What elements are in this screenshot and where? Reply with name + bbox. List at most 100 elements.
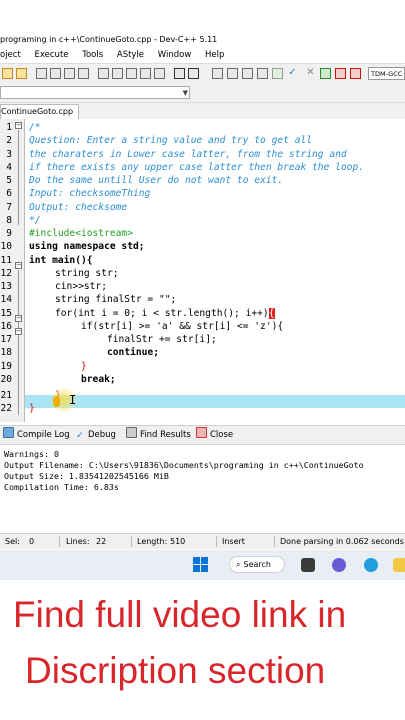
search-files-icon[interactable]: [154, 68, 165, 79]
taskbar-search[interactable]: ⌕ Search: [229, 556, 285, 573]
status-length-label: Length:: [137, 537, 168, 546]
close-panel-icon: [196, 427, 207, 438]
goto-line-icon[interactable]: [140, 68, 151, 79]
code-line: 7 Output: checksome: [6, 201, 128, 213]
log-line: Output Size: 1.83541202545166 MiB: [4, 471, 169, 481]
window-title: programing in c++\ContinueGoto.cpp - Dev…: [0, 35, 218, 44]
menu-project[interactable]: oject: [0, 48, 21, 63]
caption-line-1: Find full video link in: [13, 594, 347, 635]
uncomment-icon[interactable]: [78, 68, 89, 79]
editor-tab-bar: ContinueGoto.cpp: [0, 103, 405, 120]
menu-help[interactable]: Help: [205, 48, 224, 63]
search-icon: ⌕: [236, 560, 241, 569]
delete-profile-icon[interactable]: [350, 68, 361, 79]
status-separator: [274, 536, 275, 547]
chat-icon[interactable]: [332, 558, 346, 572]
status-bar: Sel: 0 Lines: 22 Length: 510 Insert Done…: [0, 533, 405, 549]
menu-astyle[interactable]: AStyle: [117, 48, 144, 63]
compile-log-icon: [3, 427, 14, 438]
menu-execute[interactable]: Execute: [35, 48, 69, 63]
replace-icon[interactable]: [112, 68, 123, 79]
task-view-icon[interactable]: [301, 558, 315, 572]
menu-bar: oject Execute Tools AStyle Window Help: [0, 48, 405, 63]
video-caption: Find full video link in Discription sect…: [0, 580, 405, 720]
os-taskbar: ⌕ Search: [0, 550, 405, 580]
caption-line-2: Discription section: [25, 650, 326, 691]
code-line: 10 using namespace std;: [0, 241, 145, 253]
ibeam-cursor-icon: I: [69, 393, 77, 407]
status-separator: [131, 536, 132, 547]
tab-continuegoto[interactable]: ContinueGoto.cpp: [0, 104, 80, 120]
debug-icon[interactable]: [320, 68, 331, 79]
status-separator: [216, 536, 217, 547]
code-line: 15 for(int i = 0; i < str.length(); i++){: [0, 307, 275, 319]
code-line: 6 Input: checksomeThing: [6, 188, 151, 200]
find-results-icon: [126, 427, 137, 438]
code-line: 17 finalStr += str[i];: [0, 334, 217, 345]
code-line: 1/*: [6, 122, 41, 133]
menu-tools[interactable]: Tools: [82, 48, 103, 63]
compiler-select[interactable]: TDM-GCC: [368, 67, 405, 80]
windows-start-icon[interactable]: [193, 557, 209, 573]
status-insert-mode: Insert: [222, 537, 245, 546]
rebuild-icon[interactable]: [257, 68, 268, 79]
windows-logo-tile: [201, 557, 208, 564]
find-next-icon[interactable]: [126, 68, 137, 79]
redo-icon[interactable]: [16, 68, 27, 79]
class-toolbar: ▼: [0, 84, 405, 103]
code-line: 9 #include<iostream>: [6, 228, 133, 239]
status-lines-value: 22: [96, 537, 107, 546]
tab-debug[interactable]: ✓ Debug: [76, 426, 116, 444]
matching-brace-highlight: {: [268, 307, 275, 319]
edge-browser-icon[interactable]: [364, 558, 378, 572]
bookmark-icon[interactable]: [174, 68, 185, 79]
compile-icon[interactable]: [212, 68, 223, 79]
code-line: 3 the charaters in Lower case latter, fro…: [6, 148, 347, 160]
undo-icon[interactable]: [2, 68, 13, 79]
status-separator: [59, 536, 60, 547]
windows-logo-tile: [193, 565, 200, 572]
code-editor[interactable]: − − − − 1/* 2 Question: Enter a string va…: [0, 119, 405, 422]
tab-close[interactable]: Close: [196, 426, 233, 444]
text-caret: [53, 396, 60, 407]
log-line: Warnings: 0: [4, 449, 59, 459]
chevron-down-icon[interactable]: ▼: [183, 87, 188, 99]
goto-bookmark-icon[interactable]: [188, 68, 199, 79]
window-title-bar: programing in c++\ContinueGoto.cpp - Dev…: [0, 32, 405, 48]
code-line: 5 Do the same untill User do not want to …: [6, 175, 284, 186]
windows-logo-tile: [193, 557, 200, 564]
indent-icon[interactable]: [36, 68, 47, 79]
code-line: 11 int main(){: [0, 254, 93, 266]
menu-window[interactable]: Window: [158, 48, 192, 63]
windows-logo-tile: [201, 565, 208, 572]
code-line: 4 if there exists any upper case latter t…: [6, 161, 365, 173]
code-line: 14 string finalStr = "";: [0, 294, 177, 306]
tab-compile-log[interactable]: Compile Log: [3, 426, 70, 444]
file-explorer-icon[interactable]: [393, 558, 405, 572]
code-line: 18 continue;: [0, 347, 159, 359]
check-icon[interactable]: ✓: [287, 68, 298, 79]
status-lines-label: Lines:: [66, 537, 90, 546]
scope-combo[interactable]: ▼: [0, 86, 190, 99]
toggle-comment-icon[interactable]: [64, 68, 75, 79]
stop-execution-icon[interactable]: ✕: [305, 68, 316, 79]
unindent-icon[interactable]: [50, 68, 61, 79]
code-line: 16 if(str[i] >= 'a' && str[i] <= 'z'){: [0, 320, 284, 332]
status-length-value: 510: [170, 537, 186, 546]
check-syntax-icon[interactable]: [272, 68, 283, 79]
profile-icon[interactable]: [335, 68, 346, 79]
compile-run-icon[interactable]: [242, 68, 253, 79]
status-sel-value: 0: [29, 537, 35, 546]
status-parse-message: Done parsing in 0.062 seconds: [280, 537, 404, 546]
compile-log: Warnings: 0 Output Filename: C:\Users\91…: [0, 444, 405, 533]
code-line: 20 break;: [0, 373, 116, 385]
status-sel-label: Sel:: [5, 537, 20, 546]
code-line: 12 string str;: [0, 267, 119, 279]
tab-find-results[interactable]: Find Results: [126, 426, 191, 444]
log-line: Compilation Time: 6.83s: [4, 482, 119, 492]
code-line: 2 Question: Enter a string value and try …: [6, 135, 313, 147]
find-icon[interactable]: [98, 68, 109, 79]
log-line: Output Filename: C:\Users\91836\Document…: [4, 460, 364, 470]
run-icon[interactable]: [227, 68, 238, 79]
code-line: 8 */: [6, 214, 41, 226]
